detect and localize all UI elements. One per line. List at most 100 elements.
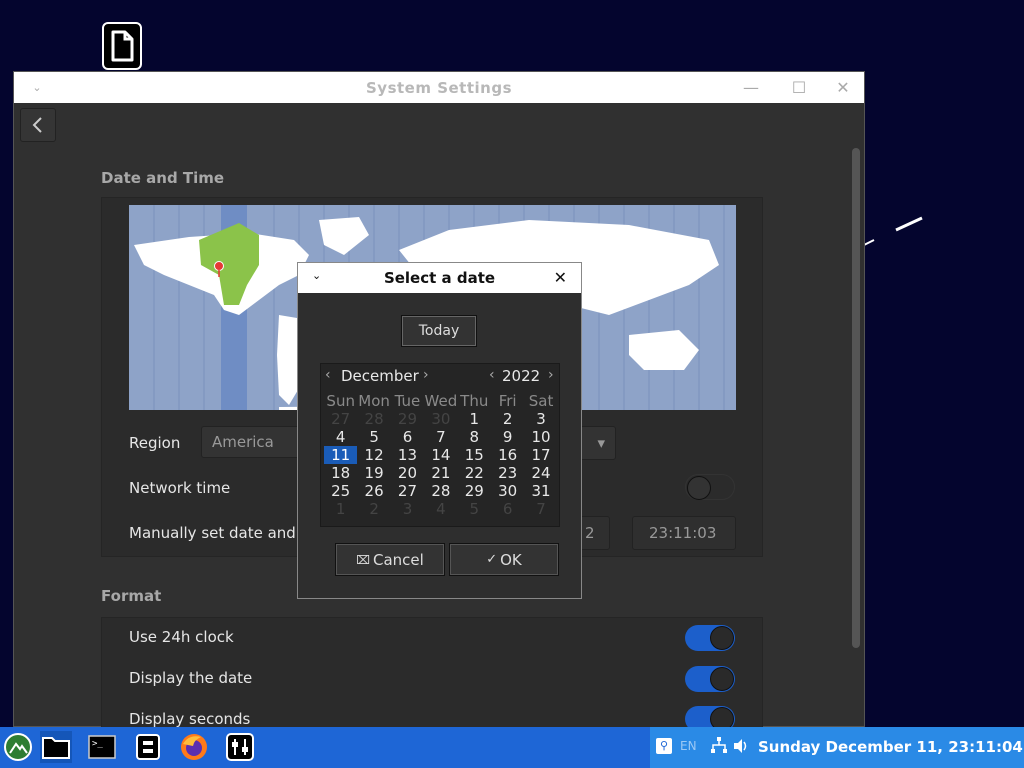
minimize-button[interactable]: — <box>736 72 766 103</box>
firefox-icon[interactable] <box>178 731 210 763</box>
calendar-day[interactable]: 27 <box>391 482 424 500</box>
year-label: 2022 <box>502 367 541 385</box>
window-titlebar[interactable]: ⌄ System Settings — ☐ ✕ <box>14 72 864 103</box>
calendar-day[interactable]: 3 <box>391 500 424 518</box>
network-time-toggle[interactable] <box>685 474 735 500</box>
system-tray: ⚲ EN Sunday December 11, 23:11:04 <box>650 727 1024 768</box>
window-title: System Settings <box>365 78 512 97</box>
use-24h-toggle[interactable] <box>685 625 735 651</box>
ok-button[interactable]: ✓ OK <box>449 543 559 576</box>
calendar-day[interactable]: 4 <box>324 428 357 446</box>
scrollbar[interactable] <box>852 148 860 648</box>
calendar-day[interactable]: 2 <box>491 410 524 428</box>
calendar-day[interactable]: 8 <box>458 428 491 446</box>
taskbar-clock[interactable]: Sunday December 11, 23:11:04 <box>758 738 1023 756</box>
calendar-day[interactable]: 20 <box>391 464 424 482</box>
calendar-day[interactable]: 4 <box>424 500 457 518</box>
calendar-day[interactable]: 15 <box>458 446 491 464</box>
prev-month-icon[interactable]: ‹ <box>325 367 331 383</box>
calendar-day[interactable]: 25 <box>324 482 357 500</box>
system-settings-icon[interactable] <box>224 731 256 763</box>
calendar-day[interactable]: 18 <box>324 464 357 482</box>
weekday-label: Mon <box>358 392 390 410</box>
display-date-toggle[interactable] <box>685 666 735 692</box>
city-combo[interactable]: ▾ <box>580 426 616 460</box>
calendar-day[interactable]: 7 <box>524 500 557 518</box>
use-24h-label: Use 24h clock <box>129 628 234 646</box>
calendar-day[interactable]: 1 <box>324 500 357 518</box>
region-value: America <box>212 433 274 451</box>
calendar-day[interactable]: 3 <box>524 410 557 428</box>
date-field[interactable]: 2 <box>580 516 610 550</box>
calendar-day[interactable]: 19 <box>357 464 390 482</box>
file-manager-icon[interactable] <box>40 731 72 763</box>
select-date-dialog: ⌄ Select a date ✕ Today ‹ December › ‹ 2… <box>297 262 582 599</box>
calendar-day[interactable]: 26 <box>357 482 390 500</box>
back-button[interactable] <box>20 108 56 142</box>
calendar-day[interactable]: 12 <box>357 446 390 464</box>
calendar-day[interactable]: 6 <box>391 428 424 446</box>
taskbar: >_ ⚲ EN Sunday December 11, 23:11:04 <box>0 727 1024 768</box>
calendar-day[interactable]: 17 <box>524 446 557 464</box>
weekday-label: Sat <box>528 392 554 410</box>
maximize-button[interactable]: ☐ <box>784 72 814 103</box>
keyboard-layout-indicator[interactable]: EN <box>680 739 697 753</box>
calendar-day[interactable]: 29 <box>391 410 424 428</box>
calendar-day[interactable]: 21 <box>424 464 457 482</box>
start-menu-icon[interactable] <box>2 731 34 763</box>
time-field[interactable]: 23:11:03 <box>632 516 736 550</box>
calendar-day[interactable]: 2 <box>357 500 390 518</box>
calendar-day[interactable]: 1 <box>458 410 491 428</box>
calendar-week: 11 12 13 14 15 16 17 <box>324 446 558 464</box>
calendar-day[interactable]: 23 <box>491 464 524 482</box>
calendar-grid: Sun Mon Tue Wed Thu Fri Sat 27 28 29 30 … <box>324 392 558 518</box>
calendar-week: 4 5 6 7 8 9 10 <box>324 428 558 446</box>
prev-year-icon[interactable]: ‹ <box>489 367 495 383</box>
format-section-title: Format <box>101 587 162 605</box>
dialog-menu-icon[interactable]: ⌄ <box>312 269 321 282</box>
weekday-label: Wed <box>424 392 458 410</box>
archive-manager-icon[interactable] <box>132 731 164 763</box>
calendar-day[interactable]: 16 <box>491 446 524 464</box>
calendar-day[interactable]: 24 <box>524 464 557 482</box>
calendar-day[interactable]: 13 <box>391 446 424 464</box>
window-menu-icon[interactable]: ⌄ <box>22 72 52 103</box>
cancel-button-label: Cancel <box>373 550 424 569</box>
calendar-day[interactable]: 29 <box>458 482 491 500</box>
today-button[interactable]: Today <box>401 315 477 347</box>
calendar-day[interactable]: 30 <box>491 482 524 500</box>
calendar-day[interactable]: 6 <box>491 500 524 518</box>
calendar-day[interactable]: 5 <box>458 500 491 518</box>
weekday-header: Sun Mon Tue Wed Thu Fri Sat <box>324 392 558 410</box>
calendar-day[interactable]: 5 <box>357 428 390 446</box>
date-field-value: 2 <box>585 524 595 542</box>
dialog-titlebar[interactable]: ⌄ Select a date ✕ <box>298 263 581 293</box>
month-label: December <box>341 367 419 385</box>
cancel-icon: ⌧ <box>356 552 370 567</box>
calendar-day-selected[interactable]: 11 <box>324 446 358 464</box>
calendar-day[interactable]: 7 <box>424 428 457 446</box>
cancel-button[interactable]: ⌧ Cancel <box>335 543 445 576</box>
close-button[interactable]: ✕ <box>828 72 858 103</box>
calendar-day[interactable]: 31 <box>524 482 557 500</box>
next-year-icon[interactable]: › <box>548 367 554 383</box>
calendar-day[interactable]: 28 <box>357 410 390 428</box>
next-month-icon[interactable]: › <box>423 367 429 383</box>
calendar-week: 25 26 27 28 29 30 31 <box>324 482 558 500</box>
calendar-day[interactable]: 22 <box>458 464 491 482</box>
calendar-day[interactable]: 28 <box>424 482 457 500</box>
dialog-close-icon[interactable]: ✕ <box>554 268 567 287</box>
network-icon[interactable] <box>710 736 728 758</box>
document-file-icon[interactable] <box>102 22 142 70</box>
calendar-day[interactable]: 10 <box>524 428 557 446</box>
calendar-day[interactable]: 30 <box>424 410 457 428</box>
terminal-icon[interactable]: >_ <box>86 731 118 763</box>
volume-icon[interactable] <box>732 737 750 759</box>
time-field-value: 23:11:03 <box>649 524 717 542</box>
date-time-section-title: Date and Time <box>101 169 225 187</box>
search-icon[interactable]: ⚲ <box>656 738 672 754</box>
calendar-day[interactable]: 14 <box>424 446 457 464</box>
weekday-label: Tue <box>394 392 421 410</box>
calendar-day[interactable]: 27 <box>324 410 357 428</box>
calendar-day[interactable]: 9 <box>491 428 524 446</box>
